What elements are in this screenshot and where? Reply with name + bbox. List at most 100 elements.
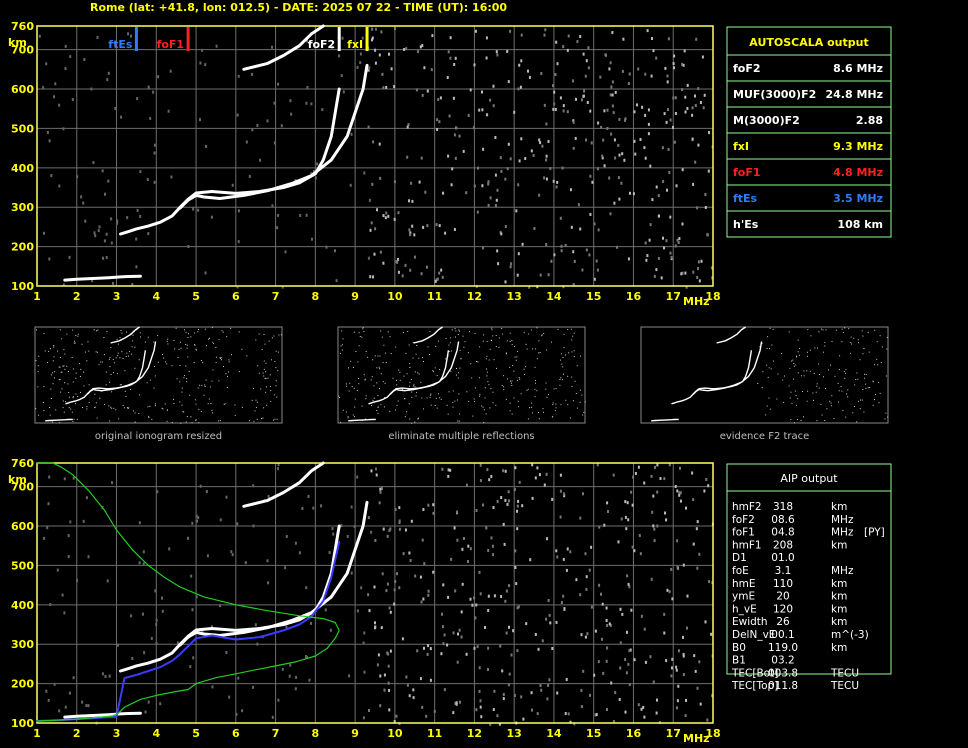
thumbnail-speck <box>382 381 384 383</box>
noise-speck <box>421 538 424 542</box>
noise-speck <box>682 673 685 677</box>
noise-speck <box>632 192 635 196</box>
noise-speck <box>342 90 345 94</box>
noise-speck <box>605 606 608 610</box>
noise-speck <box>697 267 699 271</box>
thumbnail-speck <box>79 363 81 365</box>
noise-speck <box>103 239 106 243</box>
noise-speck <box>449 56 452 60</box>
noise-speck <box>527 69 529 73</box>
noise-speck <box>577 203 580 207</box>
thumbnail-speck <box>851 343 852 345</box>
thumbnail-speck <box>859 359 861 361</box>
aip-row-name: h_vE <box>732 603 757 615</box>
thumbnail-speck <box>61 388 63 390</box>
thumbnail-speck <box>64 368 66 370</box>
noise-speck <box>413 255 416 259</box>
noise-speck <box>416 649 419 653</box>
thumbnail-speck <box>557 328 559 330</box>
noise-speck <box>639 138 642 141</box>
aip-row-name: hmF2 <box>732 501 762 513</box>
thumbnail-speck <box>113 362 115 364</box>
thumbnail-speck <box>830 402 832 404</box>
noise-speck <box>398 519 401 523</box>
noise-speck <box>547 140 550 143</box>
thumbnail-speck <box>830 405 832 407</box>
noise-speck <box>562 104 565 108</box>
thumbnail-speck <box>340 421 342 423</box>
noise-speck <box>698 552 701 556</box>
noise-speck <box>617 143 620 147</box>
noise-speck <box>684 271 687 275</box>
noise-speck <box>373 585 376 589</box>
noise-speck <box>510 653 513 657</box>
autoscala-row-value: 108 km <box>837 218 883 231</box>
thumbnail-speck <box>798 354 800 356</box>
noise-speck <box>502 469 505 473</box>
noise-speck <box>396 260 399 264</box>
thumbnail-speck <box>484 397 486 399</box>
thumbnail-speck <box>474 387 476 389</box>
thumbnail-speck <box>559 384 561 386</box>
noise-speck <box>663 112 666 116</box>
thumbnail-1: original ionogram resized <box>34 326 283 442</box>
thumbnail-speck <box>120 384 122 386</box>
noise-speck <box>465 483 468 487</box>
noise-speck <box>649 655 652 659</box>
noise-speck <box>669 118 672 122</box>
noise-speck <box>48 257 51 261</box>
noise-speck <box>562 109 565 113</box>
noise-speck <box>545 177 548 181</box>
thumbnail-speck <box>538 340 540 342</box>
noise-speck <box>237 209 240 213</box>
noise-speck <box>384 216 387 220</box>
noise-speck <box>189 665 192 669</box>
thumbnail-speck <box>579 401 581 403</box>
thumbnail-speck <box>61 338 63 340</box>
noise-speck <box>368 198 371 202</box>
thumbnail-speck <box>413 384 415 386</box>
noise-speck <box>107 71 110 75</box>
noise-speck <box>156 490 159 494</box>
noise-speck <box>370 530 373 534</box>
thumbnail-speck <box>796 356 798 358</box>
thumbnail-speck <box>800 375 802 377</box>
noise-speck <box>415 88 418 92</box>
thumbnail-speck <box>94 393 96 395</box>
noise-speck <box>426 89 429 93</box>
noise-speck <box>101 169 104 173</box>
autoscala-row-value: 4.8 MHz <box>833 166 883 179</box>
noise-speck <box>579 516 582 520</box>
x-tick-label: 13 <box>507 727 522 740</box>
noise-speck <box>705 478 708 481</box>
noise-speck <box>631 503 634 507</box>
noise-speck <box>566 110 569 114</box>
noise-speck <box>467 113 470 117</box>
noise-speck <box>393 602 396 606</box>
noise-speck <box>251 128 254 132</box>
thumbnail-speck <box>167 338 169 340</box>
thumbnail-speck <box>261 348 263 350</box>
thumbnail-speck <box>153 387 155 389</box>
thumbnail-speck <box>358 332 360 334</box>
thumbnail-speck <box>184 329 185 331</box>
thumbnail-speck <box>165 361 166 363</box>
noise-speck <box>492 104 495 108</box>
noise-speck <box>409 559 412 562</box>
thumbnail-speck <box>77 335 79 337</box>
thumbnail-speck <box>435 397 437 399</box>
thumbnail-speck <box>831 395 833 397</box>
thumbnail-speck <box>519 378 521 380</box>
noise-speck <box>42 86 45 90</box>
thumbnail-speck <box>486 340 488 342</box>
thumbnail-speck <box>265 362 267 364</box>
thumbnail-speck <box>218 339 220 341</box>
thumbnail-speck <box>176 378 178 380</box>
noise-speck <box>196 519 198 523</box>
noise-speck <box>284 250 287 254</box>
thumbnail-speck <box>818 331 820 333</box>
noise-speck <box>648 238 651 242</box>
y-tick-label: 200 <box>11 241 34 254</box>
thumbnail-speck <box>784 375 785 377</box>
noise-speck <box>422 508 425 511</box>
